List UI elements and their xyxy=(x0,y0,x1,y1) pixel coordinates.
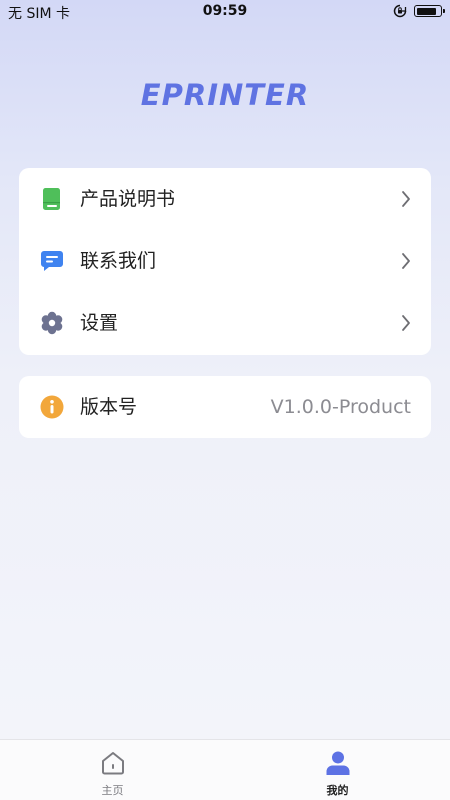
app-logo: EPRINTER xyxy=(0,78,450,112)
chevron-right-icon xyxy=(402,253,410,269)
chevron-right-icon xyxy=(402,315,410,331)
user-icon xyxy=(326,751,350,775)
gear-icon xyxy=(41,311,63,335)
status-bar: 无 SIM 卡 09:59 xyxy=(0,0,450,24)
tab-mine[interactable]: 我的 xyxy=(225,740,450,800)
menu-item-manual[interactable]: 产品说明书 xyxy=(19,168,431,230)
message-icon xyxy=(41,251,63,271)
version-row: 版本号 V1.0.0-Product xyxy=(19,376,431,438)
logo-text: EPRINTER xyxy=(140,78,310,112)
menu-item-label: 联系我们 xyxy=(80,250,157,272)
info-icon xyxy=(40,395,64,419)
tab-label: 我的 xyxy=(326,784,349,797)
status-icons xyxy=(393,4,445,18)
menu-card: 产品说明书 联系我们 设置 xyxy=(19,168,431,355)
tab-bar: 主页 我的 xyxy=(0,739,450,800)
menu-item-label: 设置 xyxy=(80,312,119,334)
battery-level xyxy=(416,7,437,15)
tab-label: 主页 xyxy=(101,784,124,797)
tab-home[interactable]: 主页 xyxy=(0,740,225,800)
menu-item-contact[interactable]: 联系我们 xyxy=(19,230,431,292)
home-icon xyxy=(102,752,124,775)
chevron-right-icon xyxy=(402,191,410,207)
menu-item-settings[interactable]: 设置 xyxy=(19,292,431,354)
status-time: 09:59 xyxy=(202,3,248,19)
version-card: 版本号 V1.0.0-Product xyxy=(19,376,431,438)
battery-icon xyxy=(414,5,445,17)
orientation-lock-icon xyxy=(393,4,407,18)
book-icon xyxy=(43,188,60,210)
menu-item-label: 产品说明书 xyxy=(80,188,176,210)
version-label: 版本号 xyxy=(80,396,138,418)
version-value: V1.0.0-Product xyxy=(270,396,411,418)
